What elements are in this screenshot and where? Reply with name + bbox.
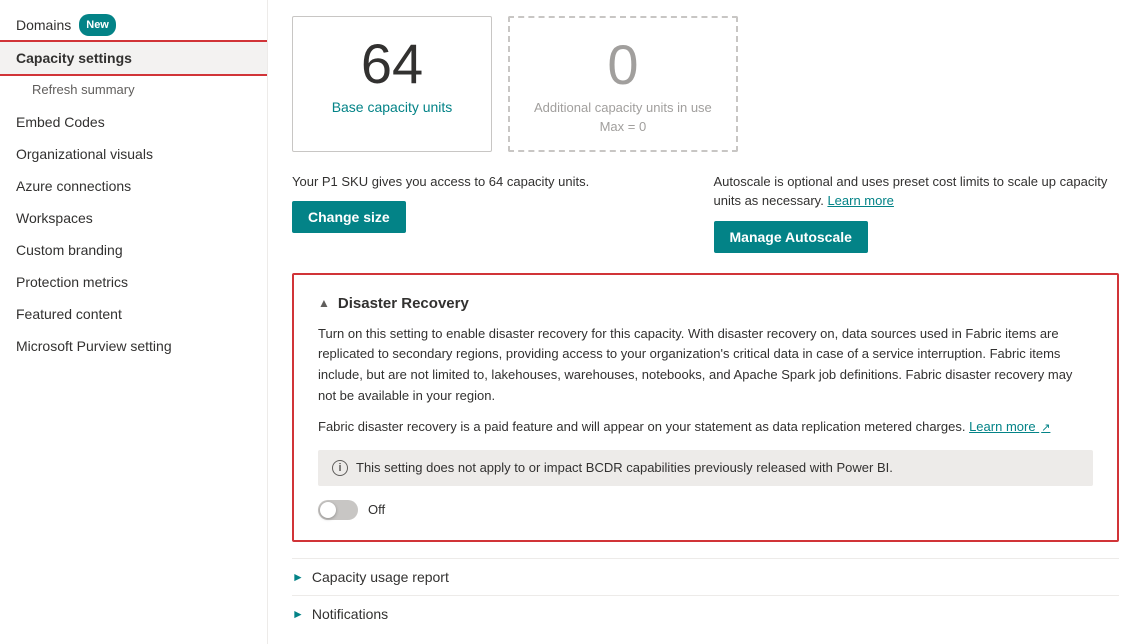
info-row: Your P1 SKU gives you access to 64 capac…	[292, 172, 1119, 253]
expand-icon-capacity: ►	[292, 570, 304, 584]
disaster-recovery-section: ▲ Disaster Recovery Turn on this setting…	[292, 273, 1119, 542]
sidebar-item-label-embed-codes: Embed Codes	[16, 112, 105, 132]
external-link-icon: ↗	[1041, 422, 1050, 434]
capacity-cards-row: 64 Base capacity units 0 Additional capa…	[292, 16, 1119, 152]
disaster-recovery-title: ▲ Disaster Recovery	[318, 295, 1093, 312]
sidebar-item-embed-codes[interactable]: Embed Codes	[0, 106, 267, 138]
autoscale-learn-more-link[interactable]: Learn more	[827, 193, 893, 208]
capacity-usage-report-row[interactable]: ► Capacity usage report	[292, 558, 1119, 595]
main-content: 64 Base capacity units 0 Additional capa…	[268, 0, 1143, 644]
sidebar-item-label-organizational-visuals: Organizational visuals	[16, 144, 153, 164]
additional-capacity-number: 0	[534, 34, 712, 96]
sku-info-block: Your P1 SKU gives you access to 64 capac…	[292, 172, 698, 234]
sidebar-item-protection-metrics[interactable]: Protection metrics	[0, 266, 267, 298]
additional-capacity-label: Additional capacity units in use	[534, 100, 712, 115]
additional-capacity-sub: Max = 0	[534, 119, 712, 134]
disaster-recovery-learn-more-link[interactable]: Learn more ↗	[969, 419, 1050, 434]
sidebar-item-label-workspaces: Workspaces	[16, 208, 93, 228]
sidebar-item-label-microsoft-purview: Microsoft Purview setting	[16, 336, 172, 356]
sidebar-item-refresh-summary[interactable]: Refresh summary	[0, 74, 267, 106]
disaster-recovery-body2: Fabric disaster recovery is a paid featu…	[318, 417, 1093, 438]
sidebar: Domains New Capacity settings Refresh summa…	[0, 0, 268, 644]
disaster-recovery-toggle[interactable]	[318, 500, 358, 520]
capacity-usage-report-label: Capacity usage report	[312, 569, 449, 585]
sidebar-item-workspaces[interactable]: Workspaces	[0, 202, 267, 234]
manage-autoscale-button[interactable]: Manage Autoscale	[714, 221, 868, 253]
sidebar-item-capacity-settings[interactable]: Capacity settings	[0, 42, 267, 74]
info-banner: i This setting does not apply to or impa…	[318, 450, 1093, 486]
sidebar-item-azure-connections[interactable]: Azure connections	[0, 170, 267, 202]
expand-icon-notifications: ►	[292, 607, 304, 621]
autoscale-info-block: Autoscale is optional and uses preset co…	[714, 172, 1120, 253]
additional-capacity-card: 0 Additional capacity units in use Max =…	[508, 16, 738, 152]
sidebar-item-label-refresh-summary: Refresh summary	[32, 80, 135, 100]
sidebar-item-organizational-visuals[interactable]: Organizational visuals	[0, 138, 267, 170]
sidebar-item-label-featured-content: Featured content	[16, 304, 122, 324]
notifications-row[interactable]: ► Notifications	[292, 595, 1119, 632]
sidebar-item-featured-content[interactable]: Featured content	[0, 298, 267, 330]
notifications-label: Notifications	[312, 606, 388, 622]
sidebar-item-label-custom-branding: Custom branding	[16, 240, 123, 260]
info-icon: i	[332, 460, 348, 476]
sidebar-item-label-capacity-settings: Capacity settings	[16, 48, 132, 68]
info-banner-text: This setting does not apply to or impact…	[356, 460, 893, 475]
base-capacity-number: 64	[317, 33, 467, 95]
toggle-row: Off	[318, 500, 1093, 520]
base-capacity-card: 64 Base capacity units	[292, 16, 492, 152]
sidebar-item-custom-branding[interactable]: Custom branding	[0, 234, 267, 266]
toggle-knob	[320, 502, 336, 518]
sidebar-item-label-azure-connections: Azure connections	[16, 176, 131, 196]
sidebar-item-domains[interactable]: Domains New	[0, 8, 267, 42]
base-capacity-label: Base capacity units	[317, 99, 467, 115]
disaster-recovery-body1: Turn on this setting to enable disaster …	[318, 324, 1093, 407]
sidebar-item-microsoft-purview[interactable]: Microsoft Purview setting	[0, 330, 267, 362]
autoscale-info-text: Autoscale is optional and uses preset co…	[714, 172, 1120, 211]
sidebar-item-label-domains: Domains	[16, 15, 71, 35]
change-size-button[interactable]: Change size	[292, 201, 406, 233]
collapse-icon: ▲	[318, 296, 330, 310]
badge-new-domains: New	[79, 14, 116, 36]
sidebar-item-label-protection-metrics: Protection metrics	[16, 272, 128, 292]
sku-info-text: Your P1 SKU gives you access to 64 capac…	[292, 172, 698, 192]
toggle-label: Off	[368, 502, 385, 517]
